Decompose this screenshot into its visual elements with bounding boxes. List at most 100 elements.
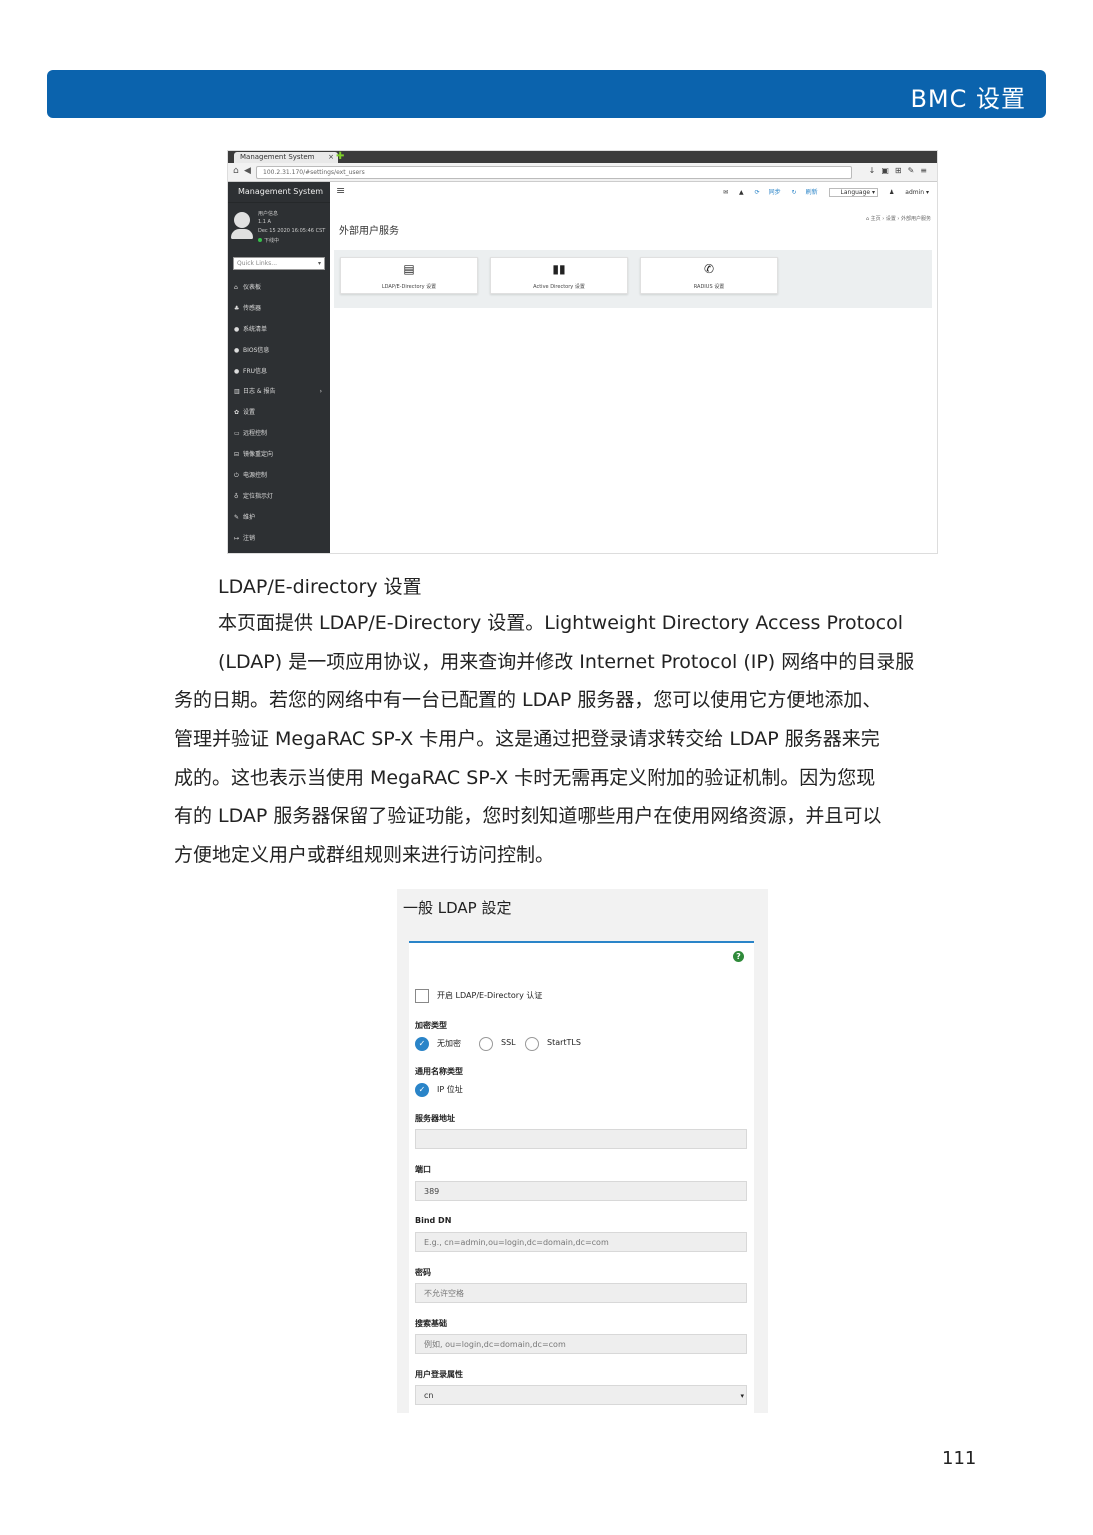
user-panel: 用户信息 1.1 A Dec 15 2020 16:05:46 CST 下线中 [228,203,330,253]
password-label: 密码 [415,1268,431,1277]
sidebar-item-label: 仪表板 [243,284,262,291]
paragraph-line: (LDAP) 是一项应用协议，用来查询并修改 Internet Protocol… [218,650,915,673]
password-input[interactable]: 不允许空格 [415,1283,747,1303]
breadcrumb[interactable]: ⌂ 主页 › 设置 › 外部用户服务 [866,215,931,222]
user-name: admin [905,189,925,196]
bind-dn-input[interactable]: E.g., cn=admin,ou=login,dc=domain,dc=com [415,1232,747,1252]
ldap-form: ? 开启 LDAP/E-Directory 认证 加密类型 ✓ 无加密 SSL … [409,941,754,1413]
info-icon: ● [234,325,240,333]
sidebar-item-sensors[interactable]: ♣ 传感器 [228,299,330,320]
open-book-icon: ▮▮ [552,262,566,276]
sidebar-item-label: 维护 [243,513,256,521]
user-menu[interactable]: ♟ admin ▾ [889,189,929,196]
radio-no-encryption[interactable]: ✓ [415,1037,429,1051]
ldap-card[interactable]: ▤ LDAP/E-Directory 设置 [340,257,478,294]
login-attribute-label: 用户登录属性 [415,1370,463,1379]
sidebar-item-bios[interactable]: ● BIOS信息 [228,341,330,362]
sidebar-item-logs[interactable]: ▥ 日志 & 报告 › [228,382,330,403]
radio-starttls[interactable] [525,1037,539,1051]
browser-tab[interactable]: Management System × [234,152,338,163]
topnav-actions: ✉ ▲ ⟳ 同步 ↻ 刷新 Language ▾ ♟ admin ▾ [714,187,929,197]
sidebar-item-power-control[interactable]: ⏻ 电源控制 [228,466,330,487]
disk-icon: ⊟ [234,451,240,459]
info-icon: ● [234,346,240,354]
chevron-down-icon: ▾ [740,1392,744,1400]
no-encryption-label: 无加密 [437,1039,461,1048]
login-attribute-value: cn [424,1391,434,1400]
ext-users-screenshot: Management System × ✚ ⌂ ◀ 100.2.31.170/#… [227,150,938,554]
quick-links-label: Quick Links... [237,260,278,267]
url-input[interactable]: 100.2.31.170/#settings/ext_users [256,166,852,179]
server-address-label: 服务器地址 [415,1114,455,1123]
address-bar: ⌂ ◀ 100.2.31.170/#settings/ext_users ↓▣⊞… [228,163,937,182]
sidebar-item-locator-led[interactable]: ♁ 定位指示灯 [228,487,330,508]
radio-ip-address[interactable]: ✓ [415,1083,429,1097]
sidebar-item-fru[interactable]: ● FRU信息 [228,362,330,383]
sync-button[interactable]: ⟳ 同步 [755,189,781,196]
sidebar-item-label: 系统清单 [243,325,268,333]
user-status: 下线中 [258,237,279,244]
monitor-icon: ▭ [234,430,240,438]
enable-ldap-checkbox[interactable] [415,989,429,1003]
new-tab-icon[interactable]: ✚ [336,151,344,162]
help-icon[interactable]: ? [733,951,744,962]
back-icon[interactable]: ◀ [244,166,251,176]
avatar-body [231,229,253,239]
sidebar-item-settings[interactable]: ✿ 设置 [228,403,330,424]
chevron-down-icon: ▾ [317,260,321,267]
port-input[interactable]: 389 [415,1181,747,1201]
encryption-label: 加密类型 [415,1021,447,1030]
card-label: LDAP/E-Directory 设置 [381,284,437,290]
refresh-button[interactable]: ↻ 刷新 [792,189,818,196]
radius-card[interactable]: ✆ RADIUS 设置 [640,257,778,294]
enable-ldap-label: 开启 LDAP/E-Directory 认证 [437,991,543,1000]
form-title: 一般 LDAP 設定 [403,899,512,917]
ip-address-label: IP 位址 [437,1085,463,1094]
language-select[interactable]: Language ▾ [828,188,879,197]
sidebar-item-remote-control[interactable]: ▭ 远程控制 [228,424,330,445]
radio-ssl[interactable] [479,1037,493,1051]
active-directory-card[interactable]: ▮▮ Active Directory 设置 [490,257,628,294]
home-icon[interactable]: ⌂ [233,166,239,176]
sidebar-item-label: 注销 [243,534,256,542]
power-icon: ⏻ [234,472,239,480]
server-address-input[interactable] [415,1129,747,1149]
close-icon[interactable]: × [328,152,334,163]
port-label: 端口 [415,1165,431,1174]
chevron-right-icon: › [319,388,322,396]
card-strip: ▤ LDAP/E-Directory 设置 ▮▮ Active Director… [334,250,932,308]
sidebar: Management System 用户信息 1.1 A Dec 15 2020… [228,182,330,553]
sidebar-item-label: BIOS信息 [243,346,270,354]
sidebar-item-image-redirection[interactable]: ⊟ 镜像重定向 [228,445,330,466]
sidebar-item-label: 定位指示灯 [243,492,274,500]
info-icon: ● [234,367,240,375]
paragraph-line: 务的日期。若您的网络中有一台已配置的 LDAP 服务器，您可以使用它方便地添加、 [174,689,882,712]
paragraph-line: 成的。这也表示当使用 MegaRAC SP-X 卡时无需再定义附加的验证机制。因… [174,766,876,789]
sidebar-item-logout[interactable]: ↦ 注销 [228,529,330,550]
sidebar-item-label: 镜像重定向 [243,451,274,459]
login-attribute-select[interactable]: cn ▾ [415,1385,747,1405]
user-line: Dec 15 2020 16:05:46 CST [258,228,326,234]
sidebar-item-maintenance[interactable]: ✎ 维护 [228,508,330,529]
bell-icon[interactable]: ▲ [739,189,744,196]
hamburger-icon[interactable]: ≡ [336,184,345,197]
browser-toolbar-icons[interactable]: ↓▣⊞✎≡ [869,166,933,175]
search-base-input[interactable]: 例如, ou=login,dc=domain,dc=com [415,1334,747,1354]
mail-icon[interactable]: ✉ [723,189,728,196]
sidebar-item-inventory[interactable]: ● 系统清单 [228,320,330,341]
sensor-icon: ♣ [234,304,240,312]
sidebar-item-label: FRU信息 [243,367,268,375]
sidebar-item-dashboard[interactable]: ⌂ 仪表板 [228,278,330,299]
ldap-settings-screenshot: 一般 LDAP 設定 ? 开启 LDAP/E-Directory 认证 加密类型… [397,889,768,1413]
card-label: Active Directory 设置 [533,284,585,290]
book-icon: ▤ [403,262,415,276]
paragraph-line: 有的 LDAP 服务器保留了验证功能，您时刻知道哪些用户在使用网络资源，并且可以 [174,805,882,828]
main-content: 外部用户服务 ⌂ 主页 › 设置 › 外部用户服务 ▤ LDAP/E-Direc… [330,202,937,553]
paragraph-line: 本页面提供 LDAP/E-Directory 设置。Lightweight Di… [218,612,904,634]
chapter-header: BMC 设置 [47,70,1046,118]
quick-links-select[interactable]: Quick Links... ▾ [233,257,325,270]
sidebar-brand: Management System [228,182,330,203]
bind-dn-label: Bind DN [415,1216,452,1225]
user-line: 下线中 [264,238,280,244]
sidebar-item-label: 传感器 [243,304,262,312]
